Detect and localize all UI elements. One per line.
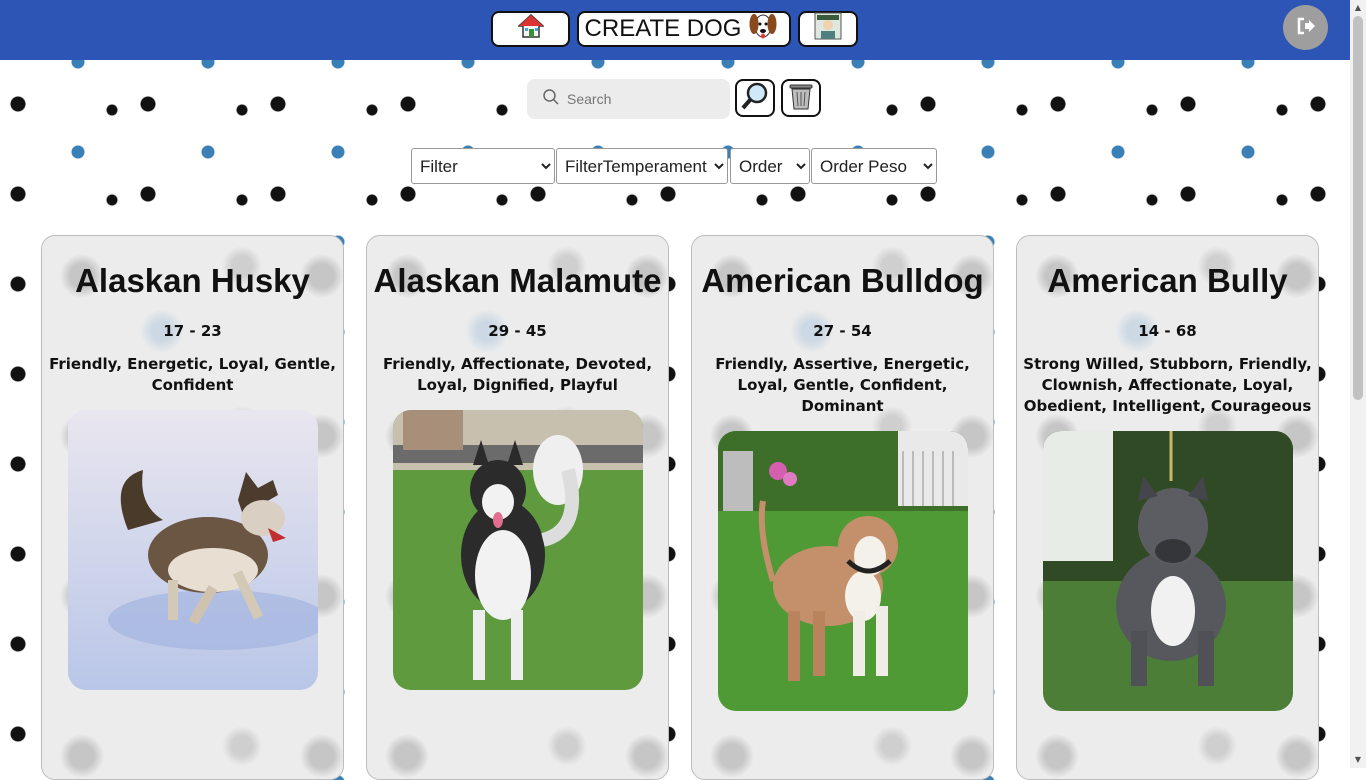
filter-select[interactable]: Filter: [411, 148, 555, 184]
dog-face-icon: [749, 10, 777, 49]
scroll-up-arrow-icon[interactable]: ▲: [1353, 3, 1363, 13]
logout-icon: [1296, 16, 1316, 40]
dog-name: Alaskan Malamute: [373, 262, 662, 299]
search-button[interactable]: [735, 79, 775, 117]
filter-temperament-select[interactable]: FilterTemperament: [556, 148, 728, 184]
profile-avatar-icon: [814, 12, 842, 47]
dog-photo: [717, 431, 968, 711]
magnifier-icon: [740, 81, 770, 115]
top-navigation-bar: CREATE DOG: [0, 0, 1350, 60]
home-button[interactable]: [491, 11, 570, 47]
order-weight-select[interactable]: Order Peso: [811, 148, 937, 184]
clear-button[interactable]: [781, 79, 821, 117]
dog-name: American Bulldog: [701, 262, 984, 299]
search-input[interactable]: [565, 90, 729, 108]
dog-temperament: Friendly, Assertive, Energetic, Loyal, G…: [715, 355, 970, 415]
order-select[interactable]: Order: [730, 148, 810, 184]
dog-card[interactable]: Alaskan Malamute 29 - 45 Friendly, Affec…: [366, 235, 669, 780]
dog-name: Alaskan Husky: [75, 262, 310, 299]
dog-name: American Bully: [1047, 262, 1288, 299]
page-scrollbar[interactable]: ▲ ▼: [1350, 0, 1366, 768]
trash-can-icon: [787, 81, 815, 115]
search-field-icon: [543, 89, 559, 109]
dog-weight: 29 - 45: [488, 322, 547, 340]
create-dog-button[interactable]: CREATE DOG: [577, 11, 791, 47]
dog-weight: 27 - 54: [813, 322, 872, 340]
search-box: [527, 79, 730, 119]
dog-photo: [1042, 431, 1293, 711]
home-icon: [516, 13, 545, 46]
dog-photo: [392, 410, 643, 690]
profile-button[interactable]: [798, 11, 858, 47]
dog-weight: 14 - 68: [1138, 322, 1197, 340]
dog-card[interactable]: American Bulldog 27 - 54 Friendly, Asser…: [691, 235, 994, 780]
dog-card[interactable]: Alaskan Husky 17 - 23 Friendly, Energeti…: [41, 235, 344, 780]
dog-temperament: Friendly, Energetic, Loyal, Gentle, Conf…: [49, 355, 336, 394]
logout-button[interactable]: [1283, 5, 1328, 50]
dog-weight: 17 - 23: [163, 322, 222, 340]
dog-temperament: Friendly, Affectionate, Devoted, Loyal, …: [382, 355, 653, 394]
dog-photo: [67, 410, 318, 690]
scroll-down-arrow-icon[interactable]: ▼: [1353, 755, 1363, 765]
dog-temperament: Strong Willed, Stubborn, Friendly, Clown…: [1023, 355, 1312, 415]
dog-card[interactable]: American Bully 14 - 68 Strong Willed, St…: [1016, 235, 1319, 780]
create-dog-label: CREATE DOG: [584, 15, 742, 42]
scrollbar-thumb[interactable]: [1353, 16, 1363, 400]
